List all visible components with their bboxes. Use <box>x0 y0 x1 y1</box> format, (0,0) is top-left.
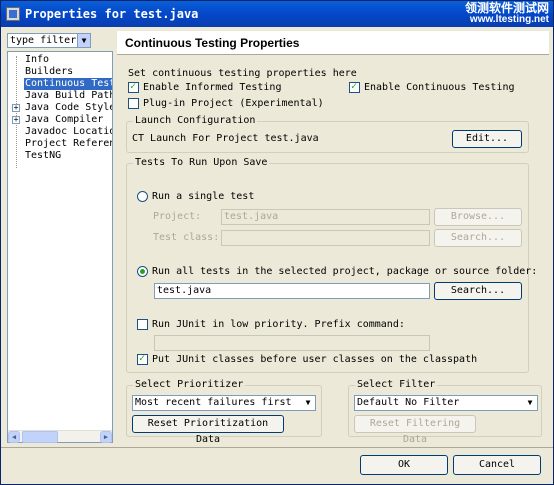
chevron-down-icon[interactable]: ▼ <box>524 397 536 409</box>
intro-text: Set continuous testing properties here <box>128 68 357 79</box>
watermark: 领测软件测试网 www.ltesting.net <box>464 1 549 25</box>
sidebar-item-label: Javadoc Location <box>25 126 113 137</box>
watermark-line2: www.ltesting.net <box>469 14 549 25</box>
search-test-class-button[interactable]: Search... <box>434 229 522 247</box>
put-junit-first-checkbox[interactable] <box>137 353 148 365</box>
sidebar-item-label: Project Referen <box>25 138 113 149</box>
sidebar-item-label: Java Build Path <box>25 90 113 101</box>
chevron-down-icon[interactable]: ▼ <box>302 397 314 409</box>
plugin-project-label[interactable]: Plug-in Project (Experimental) <box>143 98 324 110</box>
project-field[interactable]: test.java <box>221 209 430 225</box>
property-page-tree: Info Builders Continuous Test Java Build… <box>7 51 113 443</box>
expand-icon[interactable]: + <box>12 104 20 112</box>
sidebar-item-label: Builders <box>25 66 74 77</box>
prefix-command-field[interactable] <box>154 335 430 351</box>
plugin-project-checkbox[interactable] <box>128 98 139 109</box>
search-button[interactable]: Search... <box>434 282 522 300</box>
run-single-test-radio[interactable] <box>137 191 148 202</box>
watermark-line1: 领测软件测试网 <box>464 1 549 15</box>
sidebar-item-label: Continuous Test <box>24 78 112 90</box>
scroll-right-icon[interactable]: ▶ <box>100 431 112 443</box>
sidebar-item-label: Info <box>25 54 50 65</box>
low-priority-checkbox[interactable] <box>137 319 148 330</box>
app-icon <box>6 7 20 21</box>
edit-button[interactable]: Edit... <box>452 130 522 148</box>
reset-filtering-button[interactable]: Reset Filtering Data <box>354 415 476 445</box>
enable-continuous-testing-label[interactable]: Enable Continuous Testing <box>364 82 515 94</box>
type-filter-input[interactable]: type filter ▼ <box>7 33 91 48</box>
footer-divider <box>1 447 553 448</box>
title-bar[interactable]: Properties for test.java 领测软件测试网 www.lte… <box>1 1 553 27</box>
enable-informed-testing-checkbox[interactable] <box>128 81 139 93</box>
horizontal-scrollbar[interactable]: ◀ ▶ <box>8 430 112 443</box>
page-title: Continuous Testing Properties <box>125 36 300 50</box>
ok-button[interactable]: OK <box>360 455 448 475</box>
tree-connector <box>16 56 17 168</box>
type-filter-text: type filter <box>10 35 77 46</box>
enable-informed-testing-label[interactable]: Enable Informed Testing <box>143 82 281 94</box>
prioritizer-selected-value: Most recent failures first <box>135 397 292 408</box>
enable-continuous-testing-checkbox[interactable] <box>349 81 360 93</box>
low-priority-label[interactable]: Run JUnit in low priority. Prefix comman… <box>152 319 405 331</box>
filter-select[interactable]: Default No Filter ▼ <box>354 395 538 411</box>
sidebar-item-label: Java Compiler <box>25 114 104 125</box>
page-header: Continuous Testing Properties <box>117 31 549 55</box>
filter-legend: Select Filter <box>355 379 438 391</box>
browse-button[interactable]: Browse... <box>434 208 522 226</box>
run-all-scope-field[interactable]: test.java <box>154 283 430 299</box>
sidebar-item-label: TestNG <box>25 150 62 161</box>
launch-configuration-legend: Launch Configuration <box>133 115 258 127</box>
window-title: Properties for test.java <box>25 7 199 21</box>
properties-window: Properties for test.java 领测软件测试网 www.lte… <box>0 0 554 485</box>
sidebar-item-label: Java Code Style <box>25 102 113 113</box>
scroll-left-icon[interactable]: ◀ <box>8 431 20 443</box>
run-all-tests-label[interactable]: Run all tests in the selected project, p… <box>152 266 537 278</box>
filter-selected-value: Default No Filter <box>357 397 460 408</box>
put-junit-first-label[interactable]: Put JUnit classes before user classes on… <box>152 354 477 366</box>
test-class-field[interactable] <box>221 230 430 246</box>
prioritizer-select[interactable]: Most recent failures first ▼ <box>132 395 316 411</box>
run-single-test-label[interactable]: Run a single test <box>152 191 254 203</box>
launch-configuration-text: CT Launch For Project test.java <box>132 133 319 144</box>
project-label: Project: <box>153 211 202 222</box>
scroll-thumb[interactable] <box>22 431 58 443</box>
run-all-tests-radio[interactable] <box>137 266 148 277</box>
chevron-down-icon[interactable]: ▼ <box>77 34 90 47</box>
prioritizer-legend: Select Prioritizer <box>133 379 246 391</box>
test-class-label: Test class: <box>153 232 220 243</box>
expand-icon[interactable]: + <box>12 116 20 124</box>
tests-upon-save-legend: Tests To Run Upon Save <box>133 157 270 169</box>
reset-prioritization-button[interactable]: Reset Prioritization Data <box>132 415 284 445</box>
cancel-button[interactable]: Cancel <box>453 455 541 475</box>
